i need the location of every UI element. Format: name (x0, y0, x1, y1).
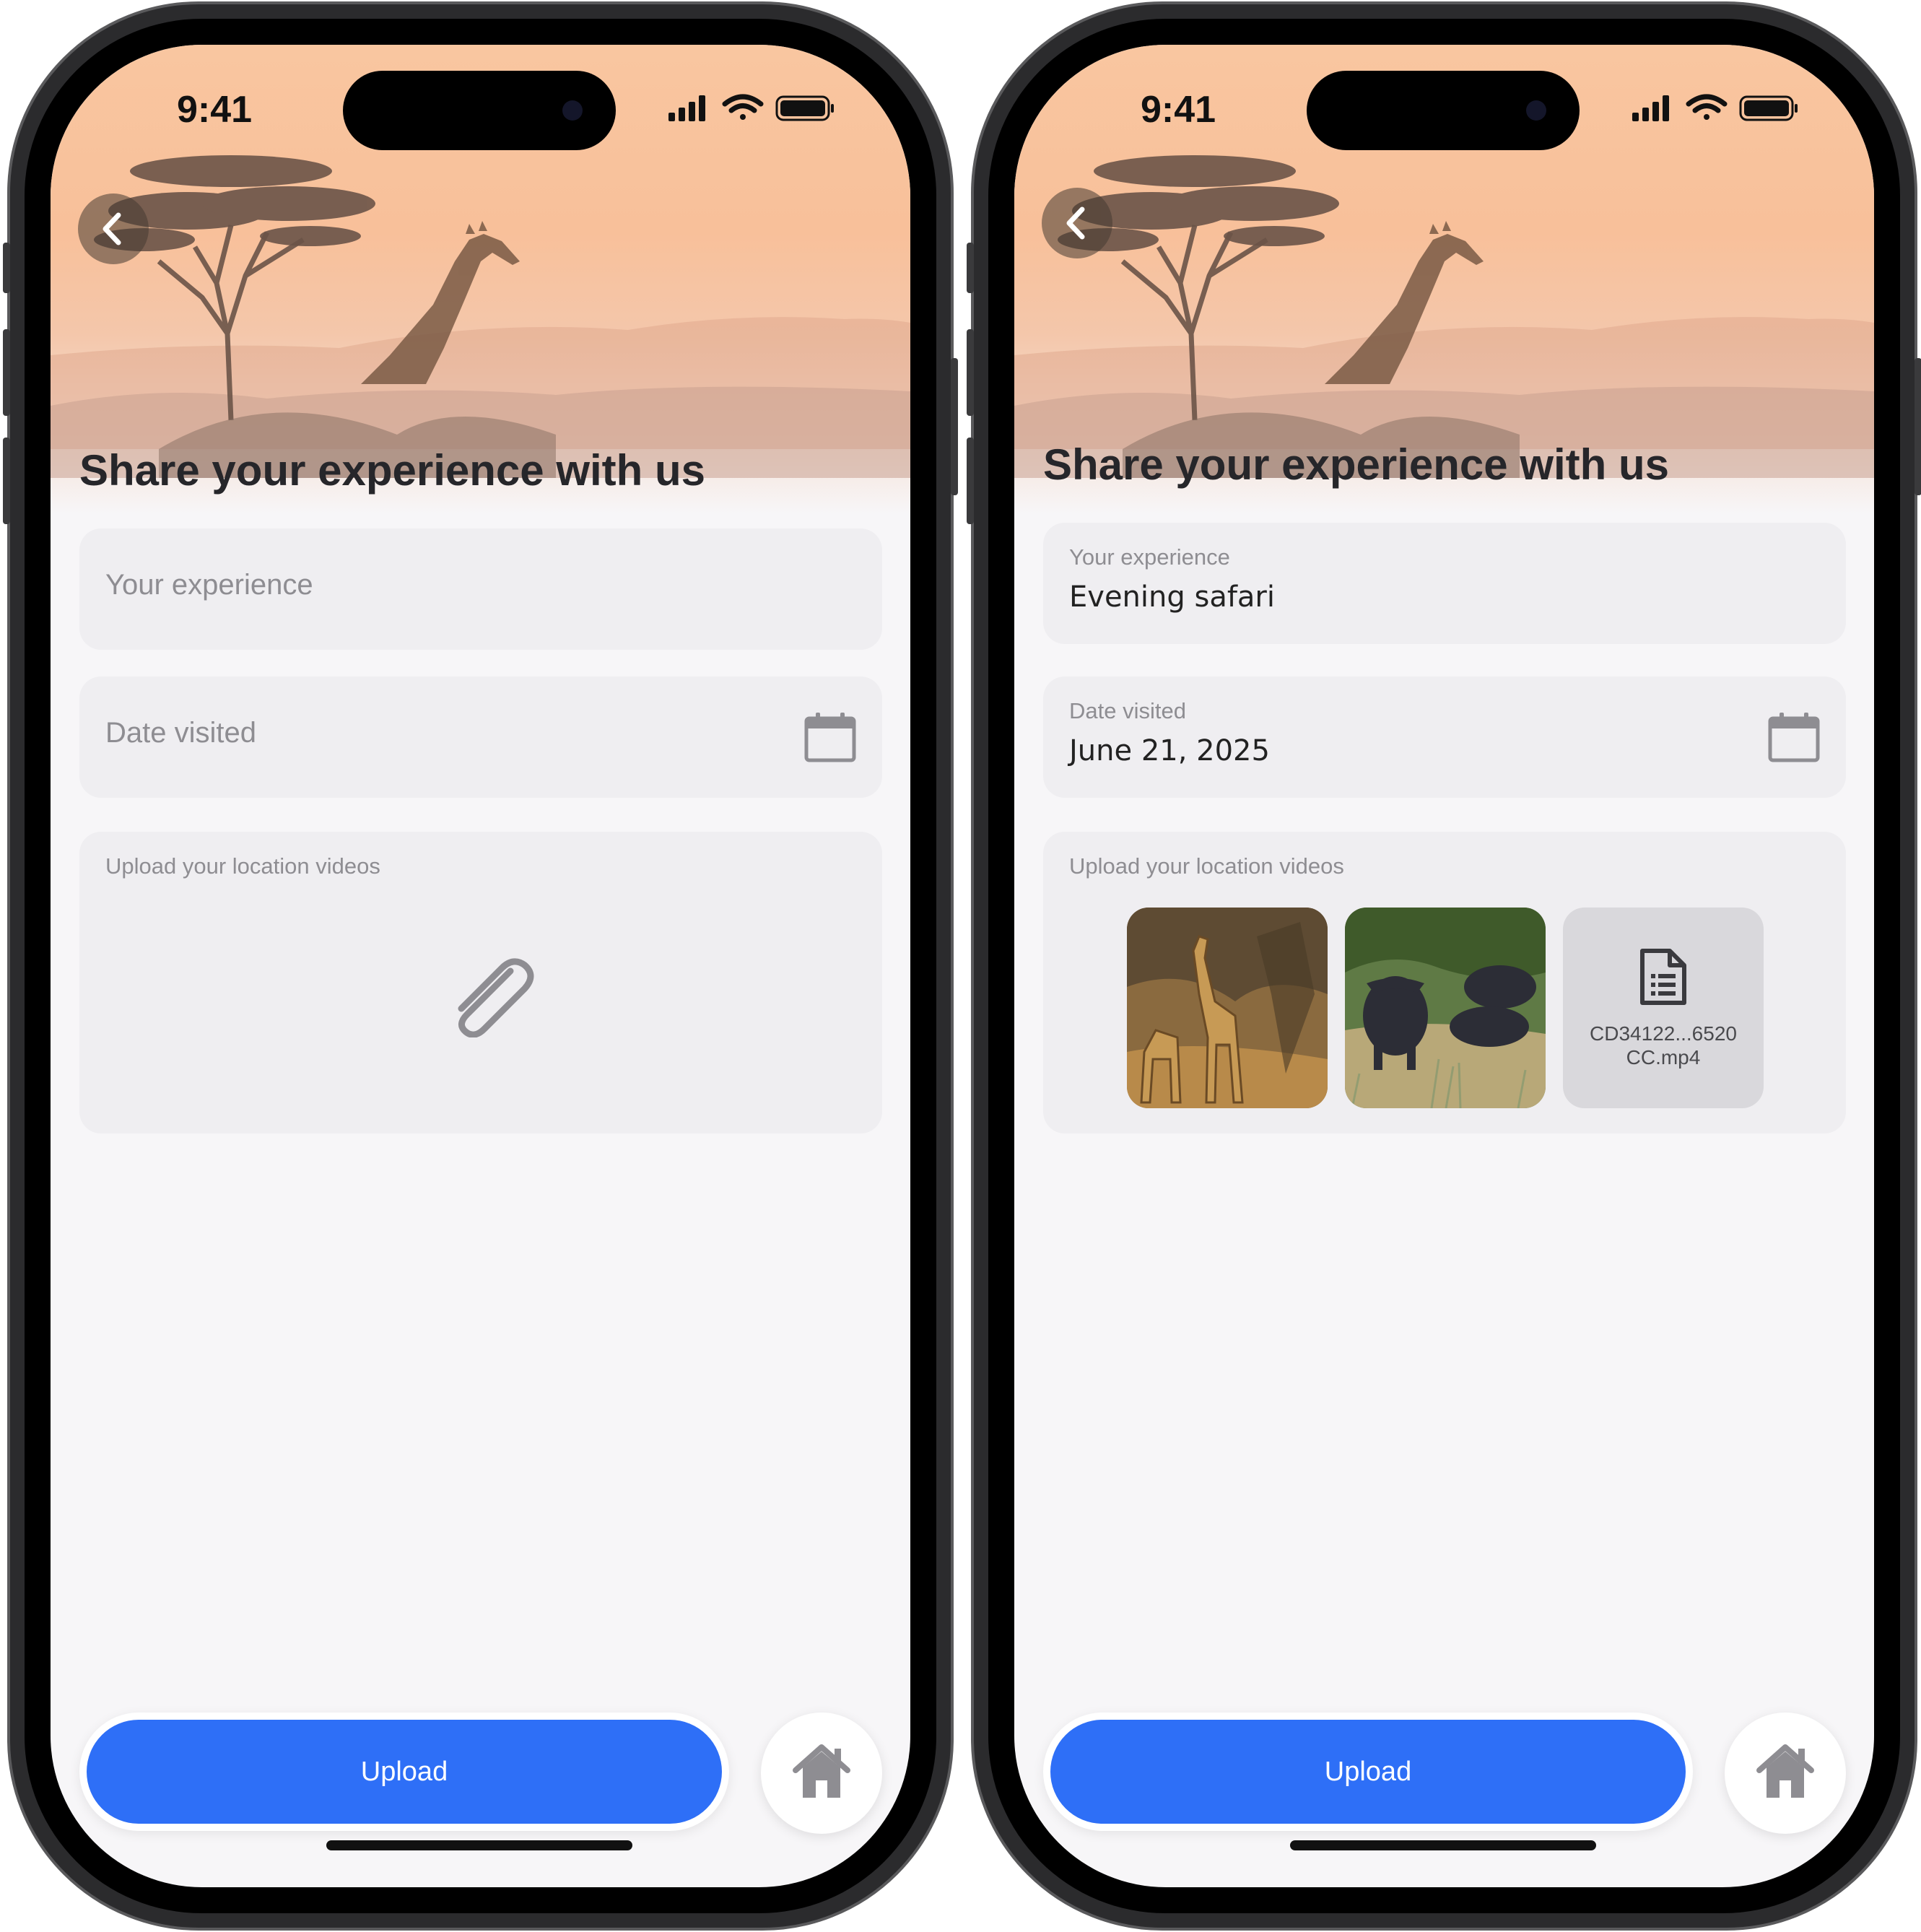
page-title: Share your experience with us (1043, 440, 1669, 489)
home-icon (1756, 1744, 1814, 1798)
status-time: 9:41 (177, 89, 253, 131)
upload-button[interactable]: Upload (1050, 1720, 1686, 1824)
upload-button-container: Upload (79, 1713, 729, 1831)
power-button (951, 358, 958, 495)
experience-label: Your experience (1069, 544, 1230, 570)
phone-frame-empty-state: 9:41 Share your experience with us Your … (3, 1, 958, 1931)
silent-switch (967, 243, 974, 293)
experience-value[interactable]: Evening safari (1069, 580, 1275, 614)
video-upload-area[interactable]: Upload your location videos (79, 832, 882, 1133)
dynamic-island (343, 71, 616, 150)
phone-frame-filled-state: 9:41 Share your experience with us Your … (967, 1, 1921, 1931)
status-icons (1632, 94, 1798, 121)
volume-up-button (3, 329, 10, 416)
volume-down-button (967, 438, 974, 524)
video-thumbnail-giraffes[interactable] (1127, 908, 1328, 1108)
screen: 9:41 Share your experience with us Your … (1014, 45, 1874, 1887)
back-chevron-icon (1066, 206, 1085, 240)
power-button (1915, 358, 1921, 495)
video-file-name: CD34122...6520 CC.mp4 (1563, 1022, 1764, 1069)
wifi-icon (1686, 94, 1728, 120)
back-button[interactable] (1042, 188, 1112, 258)
calendar-icon[interactable] (804, 711, 856, 763)
silent-switch (3, 243, 10, 293)
home-indicator (1290, 1840, 1596, 1850)
experience-field[interactable]: Your experience Evening safari (1043, 523, 1846, 644)
cellular-signal-icon (1632, 95, 1669, 121)
video-upload-label: Upload your location videos (1069, 853, 1344, 879)
cellular-signal-icon (668, 95, 705, 121)
volume-up-button (967, 329, 974, 416)
home-button[interactable] (1725, 1713, 1846, 1834)
upload-button[interactable]: Upload (87, 1720, 722, 1824)
video-thumbnail-buffalo[interactable] (1345, 908, 1546, 1108)
giraffes-image (1127, 908, 1328, 1108)
home-icon (793, 1744, 850, 1798)
battery-icon (775, 95, 834, 121)
date-visited-field[interactable]: Date visited (79, 676, 882, 798)
screen: 9:41 Share your experience with us Your … (51, 45, 910, 1887)
date-placeholder: Date visited (105, 717, 256, 749)
video-upload-label: Upload your location videos (105, 853, 380, 879)
experience-placeholder: Your experience (105, 569, 313, 601)
page-title: Share your experience with us (79, 446, 705, 495)
paperclip-icon[interactable] (444, 958, 538, 1037)
volume-down-button (3, 438, 10, 524)
upload-button-container: Upload (1043, 1713, 1693, 1831)
dynamic-island (1307, 71, 1580, 150)
calendar-icon[interactable] (1768, 711, 1820, 763)
date-visited-field[interactable]: Date visited June 21, 2025 (1043, 676, 1846, 798)
buffalo-image (1345, 908, 1546, 1108)
file-name-line-1: CD34122...6520 (1590, 1022, 1737, 1045)
date-label: Date visited (1069, 698, 1186, 723)
file-name-line-2: CC.mp4 (1626, 1046, 1701, 1069)
video-upload-area[interactable]: Upload your location videos (1043, 832, 1846, 1133)
home-indicator (326, 1840, 632, 1850)
document-icon (1640, 949, 1686, 1005)
status-time: 9:41 (1141, 89, 1216, 131)
home-button[interactable] (761, 1713, 882, 1834)
back-chevron-icon (103, 212, 121, 245)
battery-icon (1739, 95, 1798, 121)
date-value[interactable]: June 21, 2025 (1069, 734, 1270, 767)
wifi-icon (722, 94, 764, 120)
status-icons (668, 94, 834, 121)
experience-field[interactable]: Your experience (79, 528, 882, 650)
back-button[interactable] (78, 193, 149, 264)
video-file-tile[interactable]: CD34122...6520 CC.mp4 (1563, 908, 1764, 1108)
